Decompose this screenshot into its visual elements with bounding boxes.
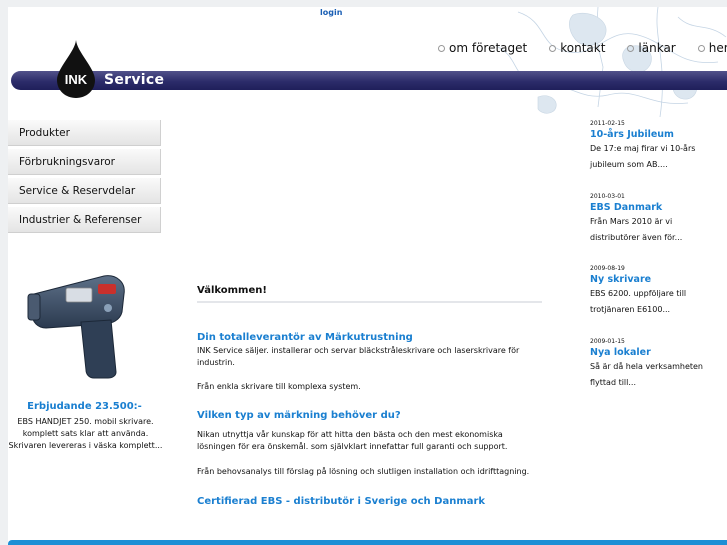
news-text: EBS 6200. uppföljare till	[590, 289, 687, 298]
nav-label: kontakt	[560, 41, 606, 55]
top-margin-strip	[0, 0, 727, 7]
news-item: 2011-02-15 10-års Jubileum De 17:e maj f…	[590, 120, 720, 173]
login-link[interactable]: login	[320, 8, 342, 17]
sidebar-item-produkter[interactable]: Produkter	[8, 120, 161, 146]
news-text: distributörer även för...	[590, 233, 683, 242]
handheld-printer-image[interactable]	[26, 264, 136, 379]
nav-kontakt[interactable]: kontakt	[549, 41, 605, 55]
footer-bar	[8, 540, 727, 545]
news-date: 2010-03-01	[590, 193, 625, 200]
news-date: 2011-02-15	[590, 120, 625, 127]
sidebar-item-service-reservdelar[interactable]: Service & Reservdelar	[8, 178, 161, 204]
section-title-certifierad[interactable]: Certifierad EBS - distributör i Sverige …	[197, 496, 542, 507]
logo-service-text: Service	[104, 72, 165, 88]
ink-drop-logo[interactable]: INK	[55, 40, 97, 98]
nav-label: hem	[708, 41, 727, 55]
circle-bullet-icon	[697, 44, 705, 52]
section-text: Från behovsanalys till förslag på lösnin…	[197, 467, 530, 476]
news-text: jubileum som AB....	[590, 160, 668, 169]
news-item: 2010-03-01 EBS Danmark Från Mars 2010 är…	[590, 193, 720, 246]
news-title[interactable]: 10-års Jubileum	[590, 128, 720, 141]
page: login om företaget kontakt länkar hem IN	[0, 0, 727, 545]
promo-title[interactable]: Erbjudande 23.500:-	[8, 401, 161, 412]
sidebar-item-industrier-referenser[interactable]: Industrier & Referenser	[8, 207, 161, 233]
nav-label: om företaget	[449, 41, 528, 55]
section-title-markning[interactable]: Vilken typ av märkning behöver du?	[197, 410, 542, 421]
news-text: Så är då hela verksamheten	[590, 362, 704, 371]
news-item: 2009-08-19 Ny skrivare EBS 6200. uppfölj…	[590, 265, 720, 318]
site-header: login om företaget kontakt länkar hem IN	[8, 7, 727, 120]
nav-lankar[interactable]: länkar	[627, 41, 676, 55]
logo-ink-text: INK	[65, 72, 88, 87]
circle-bullet-icon	[438, 44, 445, 52]
top-nav: om företaget kontakt länkar hem	[438, 41, 727, 55]
main-content: Välkommen! Din totalleverantör av Märkut…	[197, 285, 542, 507]
section-title-totalleverantor[interactable]: Din totalleverantör av Märkutrustning	[197, 332, 542, 343]
news-text: trotjänaren E6100...	[590, 305, 671, 314]
nav-om-foretaget[interactable]: om företaget	[438, 41, 527, 55]
section-text: INK Service säljer. installerar och serv…	[197, 346, 520, 367]
news-text: flyttad till...	[590, 378, 637, 387]
left-margin-strip	[0, 0, 8, 545]
circle-bullet-icon	[627, 44, 635, 52]
welcome-heading: Välkommen!	[197, 285, 542, 303]
news-date: 2009-01-15	[590, 338, 625, 345]
news-title[interactable]: Nya lokaler	[590, 346, 720, 359]
promo-text: EBS HANDJET 250. mobil skrivare. komplet…	[8, 417, 163, 450]
sidebar-item-forbrukningsvaror[interactable]: Förbrukningsvaror	[8, 149, 161, 175]
section-text: Nikan utnyttja vår kunskap för att hitta…	[197, 430, 508, 451]
news-title[interactable]: Ny skrivare	[590, 273, 720, 286]
news-text: Från Mars 2010 är vi	[590, 217, 673, 226]
nav-label: länkar	[638, 41, 676, 55]
news-date: 2009-08-19	[590, 265, 625, 272]
sidebar-menu: Produkter Förbrukningsvaror Service & Re…	[8, 120, 161, 236]
news-item: 2009-01-15 Nya lokaler Så är då hela ver…	[590, 338, 720, 391]
world-map-decoration	[497, 7, 727, 118]
news-text: De 17:e maj firar vi 10-års	[590, 144, 696, 153]
nav-hem[interactable]: hem	[697, 41, 727, 55]
section-text: Från enkla skrivare till komplexa system…	[197, 382, 361, 391]
news-title[interactable]: EBS Danmark	[590, 201, 720, 214]
circle-bullet-icon	[549, 44, 557, 52]
